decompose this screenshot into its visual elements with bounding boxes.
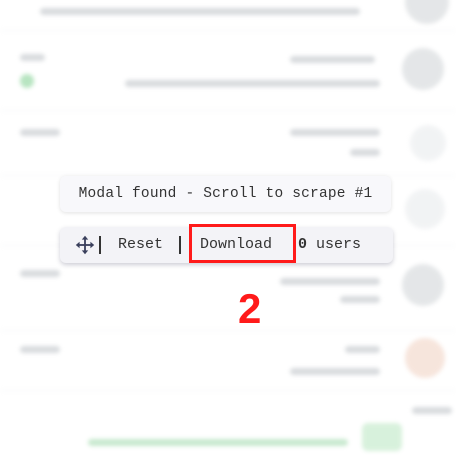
reset-button[interactable]: Reset	[118, 227, 163, 263]
users-label: users	[316, 236, 362, 253]
list-item	[0, 40, 456, 111]
step-number-label: 2	[238, 285, 262, 332]
user-count-label: 0 users	[298, 227, 361, 263]
list-item	[0, 0, 456, 31]
list-item	[0, 330, 456, 391]
scraper-toolbar: Reset Download 0 users	[60, 227, 393, 263]
toolbar-divider	[179, 236, 181, 254]
list-item	[0, 115, 456, 176]
move-arrows-icon[interactable]	[75, 235, 95, 255]
modal-status-banner: Modal found - Scroll to scrape #1	[60, 176, 391, 212]
user-count: 0	[298, 236, 308, 253]
toolbar-divider	[99, 236, 101, 254]
list-item	[0, 260, 456, 331]
download-button[interactable]: Download	[200, 227, 272, 263]
list-item	[0, 395, 456, 455]
status-text: Modal found - Scroll to scrape #1	[78, 186, 373, 202]
